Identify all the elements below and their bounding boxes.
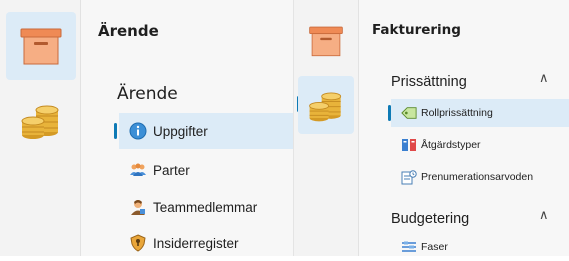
nav-label: Uppgifter bbox=[153, 123, 208, 139]
coins-icon bbox=[309, 92, 342, 122]
rail-item-arende[interactable] bbox=[6, 12, 76, 80]
section-header-budgetering[interactable]: Budgetering ∧ bbox=[391, 208, 569, 228]
info-icon bbox=[129, 122, 147, 140]
selected-indicator bbox=[114, 123, 117, 139]
nav-item-teammedlemmar[interactable]: Teammedlemmar bbox=[119, 189, 293, 225]
nav-label: Åtgärdstyper bbox=[421, 139, 481, 151]
nav-label: Parter bbox=[153, 162, 190, 178]
module-rail bbox=[0, 0, 81, 256]
coins-icon bbox=[21, 105, 59, 139]
arende-panel: Ärende Ärende Uppgifter Parter Teammedle… bbox=[81, 0, 294, 256]
module-rail-secondary bbox=[294, 0, 359, 256]
group-title: Ärende bbox=[117, 84, 178, 104]
selected-indicator bbox=[388, 105, 391, 121]
chevron-up-icon[interactable]: ∧ bbox=[539, 208, 549, 223]
chevron-up-icon[interactable]: ∧ bbox=[539, 71, 549, 86]
rail-item-arende[interactable] bbox=[298, 10, 354, 72]
tag-icon bbox=[401, 105, 417, 121]
nav-label: Rollprissättning bbox=[421, 107, 493, 119]
panel-title: Ärende bbox=[98, 22, 159, 40]
section-header-prissattning[interactable]: Prissättning ∧ bbox=[391, 71, 569, 91]
nav-label: Teammedlemmar bbox=[153, 199, 258, 215]
rail-item-fakturering[interactable] bbox=[298, 76, 354, 134]
section-title: Prissättning bbox=[391, 74, 467, 90]
nav-item-uppgifter[interactable]: Uppgifter bbox=[114, 113, 293, 149]
section-title: Budgetering bbox=[391, 211, 470, 227]
action-types-icon bbox=[401, 137, 417, 153]
phases-icon bbox=[401, 239, 417, 255]
archive-box-icon bbox=[20, 28, 62, 65]
nav-label: Insiderregister bbox=[153, 235, 239, 251]
fakturering-panel: Fakturering Prissättning ∧ Rollprissättn… bbox=[359, 0, 569, 256]
people-icon bbox=[129, 161, 147, 179]
archive-box-icon bbox=[309, 26, 343, 57]
panel-title: Fakturering bbox=[372, 22, 461, 38]
nav-item-faser[interactable]: Faser bbox=[391, 236, 569, 258]
nav-item-atgardstyper[interactable]: Åtgärdstyper bbox=[391, 131, 569, 159]
nav-label: Faser bbox=[421, 241, 448, 253]
nav-item-rollprissattning[interactable]: Rollprissättning bbox=[388, 99, 569, 127]
rail-item-fakturering[interactable] bbox=[6, 86, 76, 154]
subscription-icon bbox=[401, 169, 417, 185]
nav-label: Prenumerationsarvoden bbox=[421, 171, 534, 183]
nav-item-prenumerationsarvoden[interactable]: Prenumerationsarvoden bbox=[391, 163, 569, 191]
nav-item-parter[interactable]: Parter bbox=[119, 152, 293, 188]
shield-icon bbox=[129, 234, 147, 252]
team-member-icon bbox=[129, 198, 147, 216]
